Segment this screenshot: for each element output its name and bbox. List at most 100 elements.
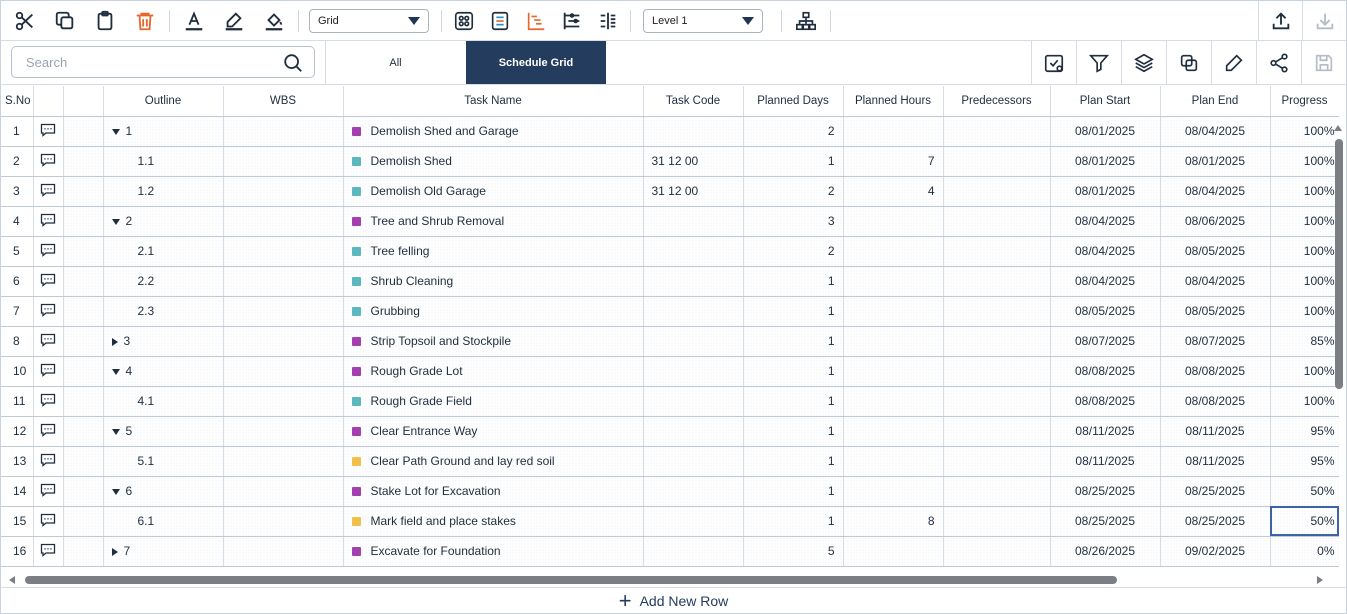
cell-sno[interactable]: 8 bbox=[1, 326, 34, 357]
cell-sno[interactable]: 16 bbox=[1, 536, 34, 567]
upload-button[interactable] bbox=[1258, 0, 1302, 41]
cell-indicator[interactable] bbox=[63, 416, 104, 447]
timeline-button[interactable] bbox=[518, 1, 554, 41]
cell-sno[interactable]: 15 bbox=[1, 506, 34, 537]
table-row[interactable]: 5 2.1 Tree felling 2 08/04/2025 08/05/2025 100… bbox=[1, 236, 1339, 267]
cell-planned-hours[interactable]: 4 bbox=[843, 176, 944, 207]
cell-outline[interactable]: 1.1 bbox=[103, 146, 224, 177]
cell-plan-end[interactable]: 08/04/2025 bbox=[1160, 176, 1271, 207]
table-row[interactable]: 7 2.3 Grubbing 1 08/05/2025 08/05/2025 100% bbox=[1, 296, 1339, 327]
cell-plan-start[interactable]: 08/11/2025 bbox=[1050, 416, 1161, 447]
schedule-check-button[interactable] bbox=[1031, 41, 1076, 84]
collapse-icon[interactable] bbox=[111, 488, 120, 495]
cell-planned-days[interactable]: 1 bbox=[743, 326, 844, 357]
copy-button[interactable] bbox=[45, 1, 85, 41]
cell-task-name[interactable]: Rough Grade Lot bbox=[343, 356, 644, 387]
cell-planned-hours[interactable] bbox=[843, 116, 944, 147]
cell-planned-days[interactable]: 1 bbox=[743, 296, 844, 327]
layers-button[interactable] bbox=[1121, 41, 1166, 84]
collapse-icon[interactable] bbox=[111, 128, 120, 135]
cut-button[interactable] bbox=[5, 1, 45, 41]
cell-comment[interactable] bbox=[33, 356, 64, 387]
save-button[interactable] bbox=[1301, 41, 1346, 84]
cell-progress[interactable]: 100% bbox=[1270, 116, 1339, 147]
cell-wbs[interactable] bbox=[223, 386, 344, 417]
cell-planned-hours[interactable] bbox=[843, 416, 944, 447]
cell-plan-start[interactable]: 08/07/2025 bbox=[1050, 326, 1161, 357]
cell-plan-end[interactable]: 08/11/2025 bbox=[1160, 446, 1271, 477]
cell-wbs[interactable] bbox=[223, 506, 344, 537]
col-header-task-name[interactable]: Task Name bbox=[343, 86, 644, 117]
cell-planned-hours[interactable] bbox=[843, 446, 944, 477]
level-select[interactable]: Level 1 bbox=[643, 8, 763, 33]
download-button[interactable] bbox=[1302, 0, 1346, 41]
cell-planned-days[interactable]: 2 bbox=[743, 116, 844, 147]
tab-schedule-grid[interactable]: Schedule Grid bbox=[466, 41, 606, 84]
table-row[interactable]: 4 2 Tree and Shrub Removal 3 08/04/2025 08/06… bbox=[1, 206, 1339, 237]
col-header-plan-start[interactable]: Plan Start bbox=[1050, 86, 1161, 117]
cell-planned-days[interactable]: 5 bbox=[743, 536, 844, 567]
cell-wbs[interactable] bbox=[223, 296, 344, 327]
task-list-button[interactable] bbox=[482, 1, 518, 41]
cell-task-code[interactable]: 31 12 00 bbox=[643, 176, 744, 207]
cell-task-name[interactable]: Rough Grade Field bbox=[343, 386, 644, 417]
cell-plan-start[interactable]: 08/04/2025 bbox=[1050, 266, 1161, 297]
cell-progress[interactable]: 100% bbox=[1270, 296, 1339, 327]
cell-plan-end[interactable]: 08/25/2025 bbox=[1160, 506, 1271, 537]
cell-indicator[interactable] bbox=[63, 296, 104, 327]
cell-wbs[interactable] bbox=[223, 236, 344, 267]
cell-plan-start[interactable]: 08/26/2025 bbox=[1050, 536, 1161, 567]
cell-predecessors[interactable] bbox=[943, 116, 1051, 147]
cell-indicator[interactable] bbox=[63, 266, 104, 297]
paste-button[interactable] bbox=[85, 1, 125, 41]
outdent-button[interactable] bbox=[590, 1, 626, 41]
cell-sno[interactable]: 11 bbox=[1, 386, 34, 417]
cell-predecessors[interactable] bbox=[943, 206, 1051, 237]
collapse-icon[interactable] bbox=[111, 368, 120, 375]
hierarchy-button[interactable] bbox=[786, 1, 826, 41]
cell-progress[interactable]: 95% bbox=[1270, 416, 1339, 447]
cell-planned-hours[interactable] bbox=[843, 326, 944, 357]
cell-progress[interactable]: 50% bbox=[1270, 506, 1339, 537]
cell-task-name[interactable]: Clear Path Ground and lay red soil bbox=[343, 446, 644, 477]
indent-button[interactable] bbox=[554, 1, 590, 41]
cell-comment[interactable] bbox=[33, 536, 64, 567]
cell-plan-end[interactable]: 08/05/2025 bbox=[1160, 296, 1271, 327]
cell-plan-end[interactable]: 08/06/2025 bbox=[1160, 206, 1271, 237]
cell-outline[interactable]: 2 bbox=[103, 206, 224, 237]
cell-sno[interactable]: 10 bbox=[1, 356, 34, 387]
table-row[interactable]: 8 3 Strip Topsoil and Stockpile 1 08/07/2025… bbox=[1, 326, 1339, 357]
collapse-icon[interactable] bbox=[111, 428, 120, 435]
cell-task-code[interactable] bbox=[643, 236, 744, 267]
tab-all[interactable]: All bbox=[325, 41, 465, 84]
cell-predecessors[interactable] bbox=[943, 266, 1051, 297]
cell-plan-end[interactable]: 08/04/2025 bbox=[1160, 116, 1271, 147]
cell-task-name[interactable]: Stake Lot for Excavation bbox=[343, 476, 644, 507]
table-row[interactable]: 14 6 Stake Lot for Excavation 1 08/25/2025 08… bbox=[1, 476, 1339, 507]
cell-planned-days[interactable]: 2 bbox=[743, 176, 844, 207]
cell-task-code[interactable] bbox=[643, 326, 744, 357]
cell-plan-start[interactable]: 08/08/2025 bbox=[1050, 386, 1161, 417]
cell-plan-start[interactable]: 08/04/2025 bbox=[1050, 236, 1161, 267]
cell-task-code[interactable] bbox=[643, 296, 744, 327]
cell-sno[interactable]: 12 bbox=[1, 416, 34, 447]
cell-comment[interactable] bbox=[33, 266, 64, 297]
table-row[interactable]: 12 5 Clear Entrance Way 1 08/11/2025 08/11/20… bbox=[1, 416, 1339, 447]
cell-indicator[interactable] bbox=[63, 206, 104, 237]
col-header-planned-hours[interactable]: Planned Hours bbox=[843, 86, 944, 117]
cell-planned-hours[interactable]: 8 bbox=[843, 506, 944, 537]
cell-predecessors[interactable] bbox=[943, 536, 1051, 567]
col-header-predecessors[interactable]: Predecessors bbox=[943, 86, 1051, 117]
col-header-sno[interactable]: S.No bbox=[1, 86, 34, 117]
delete-button[interactable] bbox=[125, 1, 165, 41]
table-row[interactable]: 3 1.2 Demolish Old Garage 31 12 00 2 4 08/01/2… bbox=[1, 176, 1339, 207]
font-color-button[interactable] bbox=[174, 1, 214, 41]
cell-planned-days[interactable]: 1 bbox=[743, 146, 844, 177]
cell-comment[interactable] bbox=[33, 416, 64, 447]
cell-plan-end[interactable]: 08/08/2025 bbox=[1160, 356, 1271, 387]
cell-sno[interactable]: 6 bbox=[1, 266, 34, 297]
cell-task-code[interactable] bbox=[643, 536, 744, 567]
cell-indicator[interactable] bbox=[63, 326, 104, 357]
cell-progress[interactable]: 100% bbox=[1270, 356, 1339, 387]
cell-wbs[interactable] bbox=[223, 206, 344, 237]
